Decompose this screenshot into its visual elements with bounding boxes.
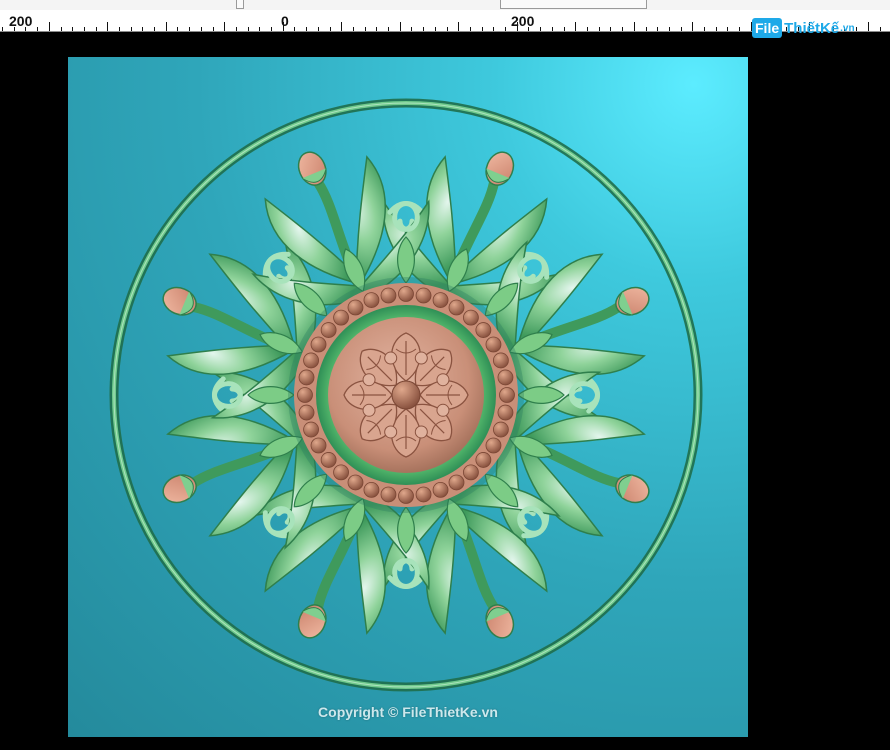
ruler-tick — [61, 27, 62, 31]
ruler-tick — [107, 22, 108, 31]
ruler-tick — [727, 27, 728, 31]
ruler-tick — [14, 27, 15, 31]
ruler-tick — [528, 27, 529, 31]
ruler-tick — [599, 27, 600, 31]
ruler-tick — [411, 27, 412, 31]
site-logo: File ThiếtKế .vn — [752, 16, 855, 40]
ruler-tick — [552, 27, 553, 31]
ruler-tick — [25, 27, 26, 31]
ruler-tick — [646, 27, 647, 31]
ruler-tick — [704, 27, 705, 31]
ruler-tick — [400, 22, 401, 31]
ruler-tick — [119, 27, 120, 31]
ruler-label: 200 — [511, 13, 535, 29]
ruler-tick — [2, 27, 3, 31]
ruler-tick — [72, 27, 73, 31]
ruler-tick — [213, 27, 214, 31]
ruler-tick — [131, 27, 132, 31]
ruler-tick — [166, 22, 167, 31]
ruler-tick — [84, 27, 85, 31]
ruler-tick — [365, 27, 366, 31]
medallion-carving-icon — [109, 98, 703, 692]
ruler-tick — [739, 27, 740, 31]
ruler-tick — [177, 27, 178, 31]
copyright-watermark: Copyright © FileThietKe.vn — [318, 704, 498, 720]
logo-domain-text: .vn — [840, 22, 855, 34]
ruler-tick — [622, 27, 623, 31]
ruler-tick — [587, 27, 588, 31]
logo-file-text: File — [752, 18, 783, 38]
toolbar-control[interactable] — [236, 0, 244, 9]
logo-name-text: ThiếtKế — [784, 19, 840, 37]
ruler-tick — [259, 27, 260, 31]
ruler-tick — [271, 27, 272, 31]
ruler-tick — [154, 27, 155, 31]
ruler-tick — [435, 27, 436, 31]
ruler-tick — [283, 22, 284, 31]
ruler-tick — [96, 27, 97, 31]
ruler-tick — [564, 27, 565, 31]
ruler-tick — [294, 27, 295, 31]
ruler-tick — [353, 27, 354, 31]
ruler-tick — [856, 27, 857, 31]
ruler-tick — [493, 27, 494, 31]
ruler-tick — [142, 27, 143, 31]
ruler-tick — [482, 27, 483, 31]
ruler-tick — [634, 22, 635, 31]
ruler-tick — [505, 27, 506, 31]
ruler-tick — [610, 27, 611, 31]
ruler-tick — [201, 27, 202, 31]
ruler-tick — [49, 22, 50, 31]
ruler-tick — [669, 27, 670, 31]
ruler-tick — [868, 22, 869, 31]
ruler-tick — [447, 27, 448, 31]
ruler-tick — [189, 27, 190, 31]
ruler-tick — [517, 22, 518, 31]
ruler-tick — [540, 27, 541, 31]
ruler-tick — [880, 27, 881, 31]
design-canvas[interactable]: Copyright © FileThietKe.vn — [68, 57, 748, 737]
ruler-tick — [37, 27, 38, 31]
ruler-tick — [341, 22, 342, 31]
ruler-tick — [692, 22, 693, 31]
ruler-tick — [681, 27, 682, 31]
ruler-tick — [376, 27, 377, 31]
ruler-tick — [248, 27, 249, 31]
ruler-tick — [423, 27, 424, 31]
ruler-tick — [470, 27, 471, 31]
ruler-tick — [716, 27, 717, 31]
ruler-tick — [575, 22, 576, 31]
ruler-tick — [388, 27, 389, 31]
ruler-tick — [458, 22, 459, 31]
ruler-tick — [657, 27, 658, 31]
toolbar-control[interactable] — [500, 0, 647, 9]
ruler-tick — [306, 27, 307, 31]
ruler-tick — [330, 27, 331, 31]
ruler-label: 200 — [9, 13, 33, 29]
ruler-tick — [318, 27, 319, 31]
ruler-tick — [224, 22, 225, 31]
ruler-tick — [236, 27, 237, 31]
